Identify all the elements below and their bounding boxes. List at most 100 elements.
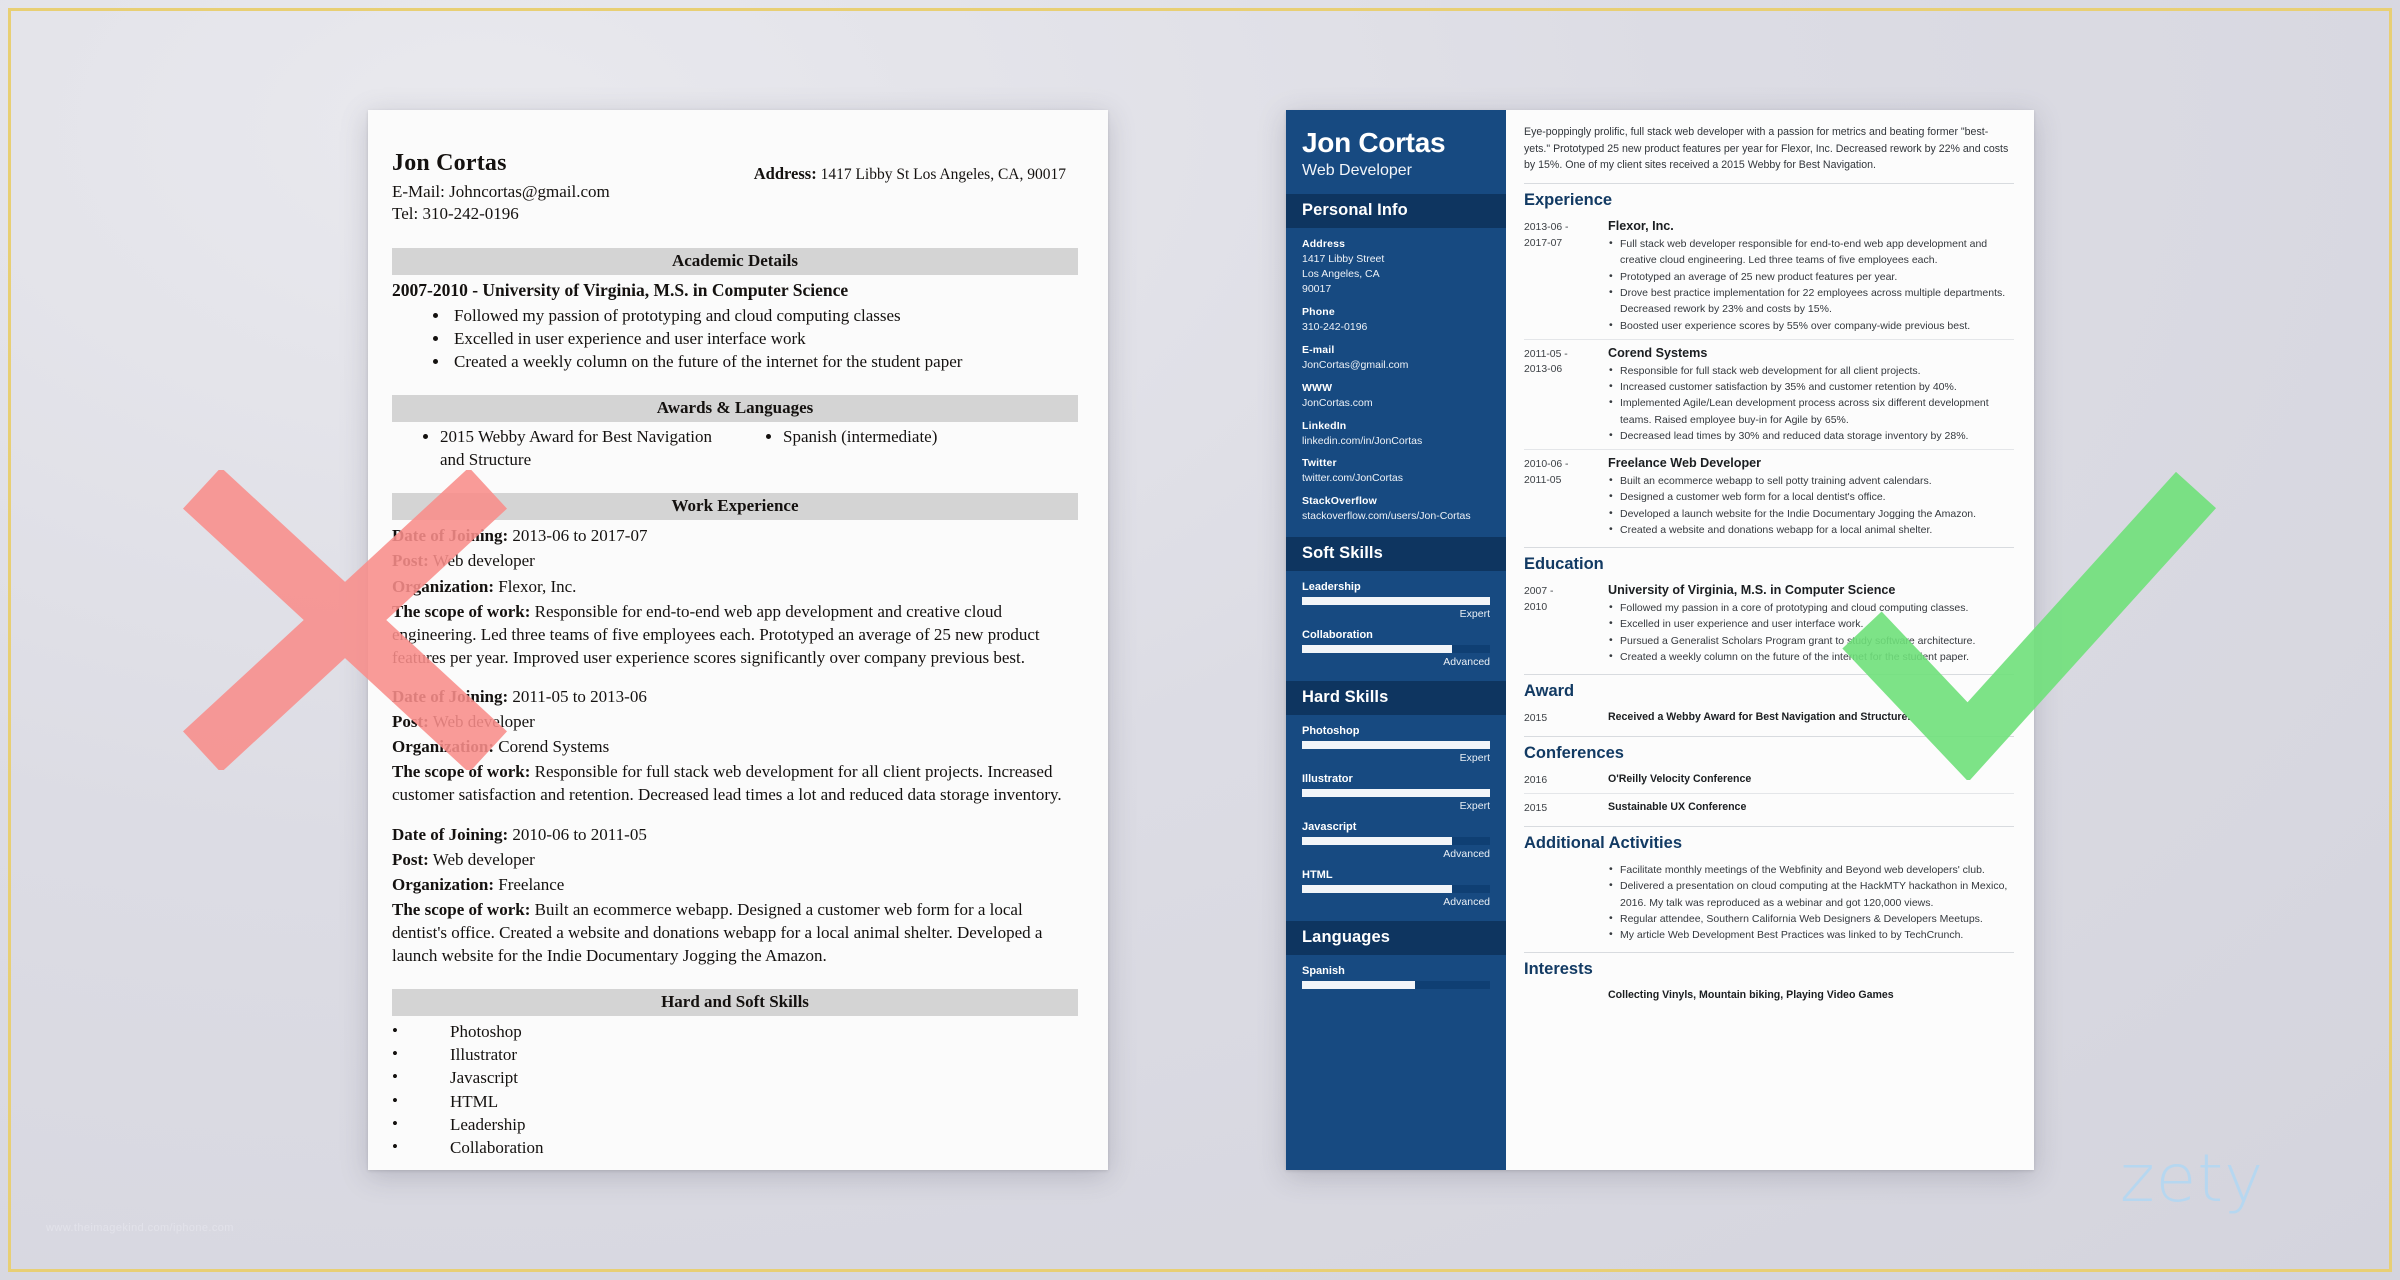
right-languages-list: Spanish bbox=[1286, 955, 1506, 1002]
skill-track bbox=[1302, 645, 1490, 654]
entry-bullets: Full stack web developer responsible for… bbox=[1608, 235, 2014, 334]
entry-bullet: Facilitate monthly meetings of the Webfi… bbox=[1608, 861, 2014, 878]
list-item: Excelled in user experience and user int… bbox=[450, 327, 1078, 350]
left-section-academic-title: Academic Details bbox=[392, 247, 1078, 275]
entry-bullet: Pursued a Generalist Scholars Program gr… bbox=[1608, 632, 2014, 649]
right-interests-heading: Interests bbox=[1524, 952, 2014, 979]
left-academic-bullets: Followed my passion of prototyping and c… bbox=[450, 304, 1078, 374]
skill-name: Leadership bbox=[1302, 581, 1361, 594]
entry-body: Facilitate monthly meetings of the Webfi… bbox=[1608, 861, 2014, 943]
right-soft-skills-header: Soft Skills bbox=[1286, 537, 1506, 572]
skill-level-label: Advanced bbox=[1443, 656, 1490, 669]
entry-date bbox=[1524, 862, 1608, 943]
entry-date: 2007 -2010 bbox=[1524, 586, 1554, 613]
sidebar-field-label: StackOverflow bbox=[1302, 495, 1377, 508]
sidebar-field-value: stackoverflow.com/users/Jon-Cortas bbox=[1302, 510, 1471, 523]
sidebar-field-value: linkedin.com/in/JonCortas bbox=[1302, 434, 1423, 447]
sidebar-field-linkedin: LinkedIn linkedin.com/in/JonCortas bbox=[1302, 420, 1490, 449]
entry-date: 2015 bbox=[1524, 713, 1548, 725]
timeline-entry: 2007 -2010 University of Virginia, M.S. i… bbox=[1524, 577, 2014, 665]
gold-border-frame bbox=[8, 8, 2392, 1272]
left-address-value: 1417 Libby St Los Angeles, CA, 90017 bbox=[820, 166, 1066, 183]
right-experience-heading: Experience bbox=[1524, 183, 2014, 210]
skill-level-label: Expert bbox=[1459, 800, 1490, 813]
screenshot-canvas: Jon Cortas E-Mail: Johncortas@gmail.com … bbox=[0, 0, 2400, 1280]
skill-track bbox=[1302, 981, 1490, 990]
sidebar-field-stackoverflow: StackOverflow stackoverflow.com/users/Jon… bbox=[1302, 495, 1490, 524]
sidebar-field-e-mail: E-mail JonCortas@gmail.com bbox=[1302, 344, 1490, 373]
skill-fill bbox=[1302, 741, 1490, 750]
left-contact-block: Jon Cortas E-Mail: Johncortas@gmail.com … bbox=[392, 150, 610, 226]
right-conference-entries: 2016 O'Reilly Velocity Conference 2015 Sust… bbox=[1524, 766, 2014, 817]
entry-bullet: Regular attendee, Southern California We… bbox=[1608, 910, 2014, 927]
right-conferences-heading: Conferences bbox=[1524, 735, 2014, 763]
right-personal-info-header: Personal Info bbox=[1286, 194, 1506, 229]
skill-track bbox=[1302, 885, 1490, 894]
entry-bullets: Built an ecommerce webapp to sell potty … bbox=[1608, 472, 2014, 538]
entry-text: Sustainable UX Conference bbox=[1608, 801, 1747, 814]
right-personal-info-fields: Address 1417 Libby Street Los Angeles, CA 9… bbox=[1286, 228, 1506, 537]
left-skill-item: Collaboration bbox=[392, 1135, 1078, 1159]
right-candidate-name: Jon Cortas bbox=[1302, 127, 1446, 158]
entry-organization: Flexor, Inc. bbox=[1608, 219, 1674, 234]
sidebar-field-label: WWW bbox=[1302, 381, 1333, 394]
right-soft-skills-list: Leadership Expert Collaboration Advanced bbox=[1286, 571, 1506, 681]
sidebar-field-value: twitter.com/JonCortas bbox=[1302, 472, 1403, 485]
skill-level-label: Expert bbox=[1459, 608, 1490, 621]
left-skill-item: Javascript bbox=[392, 1065, 1078, 1089]
right-hard-skills-list: Photoshop Expert Illustrator Expert Javascri… bbox=[1286, 715, 1506, 921]
right-languages-header: Languages bbox=[1286, 921, 1506, 956]
entry-bullet: Prototyped an average of 25 new product … bbox=[1608, 268, 2014, 285]
entry-text: O'Reilly Velocity Conference bbox=[1608, 772, 1752, 785]
right-summary-paragraph: Eye-poppingly prolific, full stack web d… bbox=[1524, 126, 2009, 172]
left-job-entry: Date of Joining: 2010-06 to 2011-05 Post:… bbox=[392, 824, 1043, 966]
entry-date: 2013-06 -2017-07 bbox=[1524, 222, 1569, 249]
skill-name: Spanish bbox=[1302, 965, 1345, 978]
list-item: Followed my passion of prototyping and c… bbox=[450, 304, 1078, 327]
skill-name: Collaboration bbox=[1302, 629, 1373, 642]
left-awards-languages-row: 2015 Webby Award for Best Navigation and… bbox=[392, 426, 1078, 471]
skill-meter-javascript: Javascript Advanced bbox=[1302, 821, 1490, 860]
sidebar-field-www: WWW JonCortas.com bbox=[1302, 382, 1490, 411]
flat-entry: 2015 Received a Webby Award for Best Navi… bbox=[1524, 704, 2014, 727]
skill-fill bbox=[1302, 789, 1490, 798]
entry-body: University of Virginia, M.S. in Computer… bbox=[1608, 583, 2014, 665]
activities-entry: Facilitate monthly meetings of the Webfi… bbox=[1524, 856, 2014, 943]
timeline-entry: 2013-06 -2017-07 Flexor, Inc.Full stack w… bbox=[1524, 213, 2014, 334]
entry-body: Corend Systems Responsible for full stack… bbox=[1608, 346, 2014, 444]
right-job-title: Web Developer bbox=[1302, 162, 1412, 180]
left-job-entry: Date of Joining: 2013-06 to 2017-07 Post:… bbox=[392, 526, 1040, 667]
entry-text: Collecting Vinyls, Mountain biking, Play… bbox=[1608, 989, 1894, 1002]
entry-bullet: Designed a customer web form for a local… bbox=[1608, 488, 2014, 505]
timeline-entry: 2010-06 -2011-05 Freelance Web DeveloperB… bbox=[1524, 449, 2014, 538]
entry-bullet: Created a website and donations webapp f… bbox=[1608, 521, 2014, 538]
entry-bullet: Boosted user experience scores by 55% ov… bbox=[1608, 317, 2014, 334]
left-skills-list: PhotoshopIllustratorJavascriptHTMLLeader… bbox=[392, 1019, 1078, 1159]
left-section-skills-title: Hard and Soft Skills bbox=[392, 989, 1078, 1017]
skill-track bbox=[1302, 741, 1490, 750]
right-hard-skills-header: Hard Skills bbox=[1286, 681, 1506, 716]
skill-fill bbox=[1302, 837, 1453, 846]
entry-bullet: Implemented Agile/Lean development proce… bbox=[1608, 394, 2014, 428]
left-award-item: 2015 Webby Award for Best Navigation and… bbox=[440, 426, 735, 471]
left-tel-line: Tel: 310-242-0196 bbox=[392, 204, 519, 224]
right-experience-entries: 2013-06 -2017-07 Flexor, Inc.Full stack w… bbox=[1524, 213, 2014, 538]
skill-track bbox=[1302, 597, 1490, 606]
entry-bullets: Facilitate monthly meetings of the Webfi… bbox=[1608, 861, 2014, 943]
left-skill-item: Leadership bbox=[392, 1112, 1078, 1136]
right-education-entries: 2007 -2010 University of Virginia, M.S. i… bbox=[1524, 577, 2014, 665]
skill-name: Photoshop bbox=[1302, 725, 1360, 738]
skill-fill bbox=[1302, 885, 1453, 894]
entry-organization: Corend Systems bbox=[1608, 345, 1708, 360]
skill-level-label: Advanced bbox=[1443, 896, 1490, 909]
left-awards-col: 2015 Webby Award for Best Navigation and… bbox=[392, 426, 735, 471]
entry-body: Freelance Web DeveloperBuilt an ecommerc… bbox=[1608, 456, 2014, 538]
right-award-heading: Award bbox=[1524, 674, 2014, 701]
left-job-entry: Date of Joining: 2011-05 to 2013-06 Post:… bbox=[392, 687, 1062, 805]
interests-entry: Collecting Vinyls, Mountain biking, Play… bbox=[1524, 982, 2014, 1001]
right-main-column: Eye-poppingly prolific, full stack web d… bbox=[1506, 110, 2034, 1170]
left-skill-item: Illustrator bbox=[392, 1042, 1078, 1066]
zety-watermark-logo: zety bbox=[2120, 1140, 2265, 1217]
sidebar-field-label: E-mail bbox=[1302, 343, 1335, 356]
entry-bullet: Drove best practice implementation for 2… bbox=[1608, 284, 2014, 318]
